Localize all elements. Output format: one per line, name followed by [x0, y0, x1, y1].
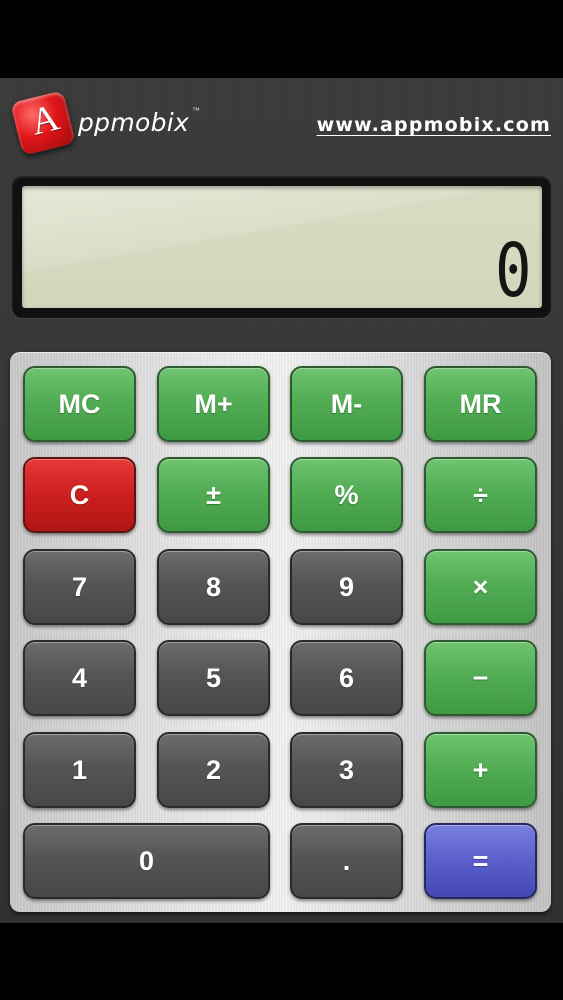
- keypad: MC M+ M- MR C ± % ÷ 7 8 9 × 4 5 6 − 1 2 …: [10, 352, 551, 912]
- digit-3-button[interactable]: 3: [290, 732, 403, 808]
- digit-5-button[interactable]: 5: [157, 640, 270, 716]
- clear-button[interactable]: C: [23, 457, 136, 533]
- display-frame: 0: [12, 176, 551, 318]
- website-link[interactable]: www.appmobix.com: [317, 114, 551, 136]
- digit-1-button[interactable]: 1: [23, 732, 136, 808]
- divide-button[interactable]: ÷: [424, 457, 537, 533]
- digit-2-button[interactable]: 2: [157, 732, 270, 808]
- digit-0-button[interactable]: 0: [23, 823, 270, 899]
- logo-trademark: ™: [192, 106, 200, 115]
- digit-6-button[interactable]: 6: [290, 640, 403, 716]
- memory-recall-button[interactable]: MR: [424, 366, 537, 442]
- display-value: 0: [495, 228, 532, 308]
- decimal-button[interactable]: .: [290, 823, 403, 899]
- subtract-button[interactable]: −: [424, 640, 537, 716]
- app-screen: A ppmobix ™ www.appmobix.com 0 MC M+ M- …: [0, 0, 563, 1000]
- equals-button[interactable]: =: [424, 823, 537, 899]
- memory-subtract-button[interactable]: M-: [290, 366, 403, 442]
- digit-9-button[interactable]: 9: [290, 549, 403, 625]
- memory-clear-button[interactable]: MC: [23, 366, 136, 442]
- percent-button[interactable]: %: [290, 457, 403, 533]
- add-button[interactable]: +: [424, 732, 537, 808]
- plus-minus-button[interactable]: ±: [157, 457, 270, 533]
- digit-4-button[interactable]: 4: [23, 640, 136, 716]
- memory-add-button[interactable]: M+: [157, 366, 270, 442]
- multiply-button[interactable]: ×: [424, 549, 537, 625]
- appmobix-logo: A ppmobix ™: [10, 90, 214, 162]
- lcd-display: 0: [22, 186, 542, 308]
- digit-7-button[interactable]: 7: [23, 549, 136, 625]
- logo-text: ppmobix: [78, 108, 190, 137]
- digit-8-button[interactable]: 8: [157, 549, 270, 625]
